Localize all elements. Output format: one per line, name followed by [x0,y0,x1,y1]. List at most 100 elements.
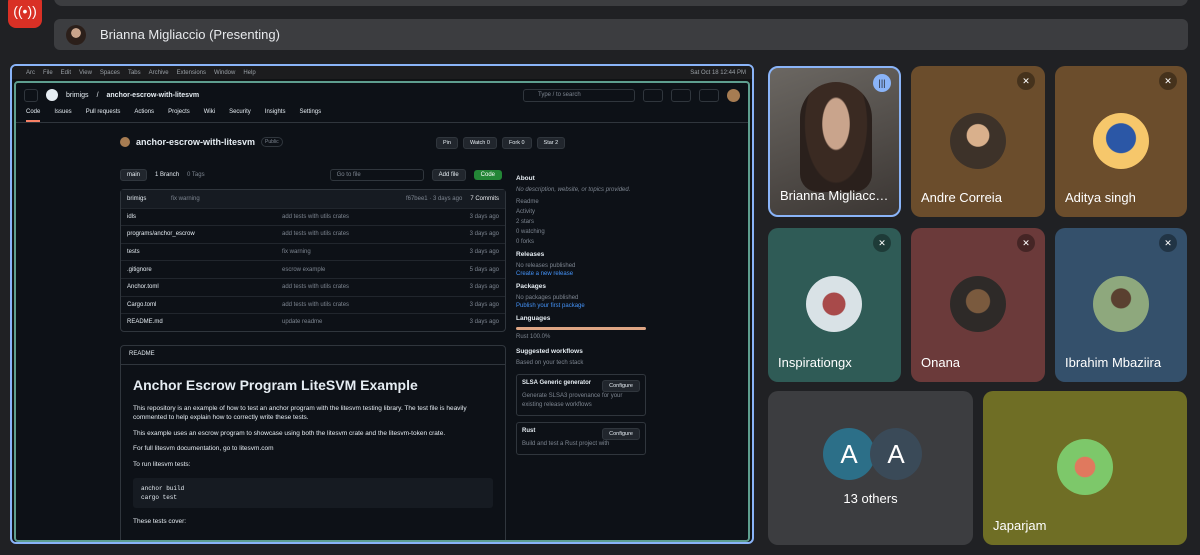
tab-issues[interactable]: Issues [54,107,71,122]
menu-edit: Edit [60,69,72,76]
file-date: 3 days ago [469,249,499,256]
code-line: cargo test [141,494,178,502]
readme-header[interactable]: README [121,346,505,365]
star-button[interactable]: Star 2 [536,137,566,149]
file-name[interactable]: Cargo.toml [127,302,282,308]
file-date: 3 days ago [469,301,499,308]
table-row[interactable]: programs/anchor_escrow add tests with uti… [121,225,505,243]
commit-user[interactable]: brimigs [127,196,171,202]
file-commit-msg[interactable]: update readme [282,319,462,325]
avatar [950,113,1006,169]
go-to-file-input[interactable]: Go to file [329,169,424,181]
github-search-input[interactable]: Type / to search [523,88,635,102]
file-date: 3 days ago [469,319,499,326]
releases-title[interactable]: Releases [516,251,646,258]
commits-link[interactable]: 7 Commits [470,196,499,202]
participant-tile-inspirationgx[interactable]: ✕ Inspirationgx [768,228,901,382]
participant-tile-brianna[interactable]: ||| Brianna Migliacc… [768,66,901,217]
file-name[interactable]: .gitignore [127,267,282,273]
tab-actions[interactable]: Actions [134,107,154,122]
file-name[interactable]: Anchor.toml [127,284,282,290]
file-name[interactable]: tests [127,249,282,255]
table-row[interactable]: tests fix warning 3 days ago [121,242,505,261]
presenter-bar[interactable]: Brianna Migliaccio (Presenting) [54,19,1188,50]
readme-title: Anchor Escrow Program LiteSVM Example [133,377,418,393]
readme-panel: README Anchor Escrow Program LiteSVM Exa… [120,345,506,540]
file-commit-msg[interactable]: add tests with utils crates [282,284,462,290]
code-block: anchor build cargo test [133,478,493,509]
branches-link[interactable]: 1 Branch [155,172,179,178]
file-commit-msg[interactable]: fix warning [282,249,462,255]
file-name[interactable]: programs/anchor_escrow [127,231,282,237]
mic-off-icon: ✕ [1159,72,1177,90]
participant-tile-ibrahim[interactable]: ✕ Ibrahim Mbaziira [1055,228,1187,382]
table-row[interactable]: Cargo.toml add tests with utils crates 3 d… [121,295,505,314]
tab-pull-requests[interactable]: Pull requests [86,107,121,122]
table-row[interactable]: Anchor.toml add tests with utils crates 3 … [121,277,505,296]
participant-tile-aditya[interactable]: ✕ Aditya singh [1055,66,1187,217]
participant-tile-andre[interactable]: ✕ Andre Correia [911,66,1045,217]
commit-message[interactable]: fix warning [171,196,200,202]
github-logo-icon[interactable] [46,89,58,101]
live-broadcast-button[interactable]: ((•)) [8,0,42,28]
create-new-button[interactable] [671,88,691,102]
readme-paragraph: This example uses an escrow program to s… [133,429,446,437]
pin-button[interactable]: Pin [436,137,458,149]
file-commit-msg[interactable]: add tests with utils crates [282,214,462,220]
create-release-link[interactable]: Create a new release [516,271,646,277]
file-date: 3 days ago [469,213,499,220]
about-desc: No description, website, or topics provi… [516,187,631,193]
configure-button[interactable]: Configure [602,380,640,392]
issues-icon-button[interactable] [699,88,719,102]
about-watching[interactable]: 0 watching [516,229,646,235]
user-avatar[interactable] [727,88,740,102]
about-activity[interactable]: Activity [516,209,646,215]
tab-insights[interactable]: Insights [265,107,286,122]
tab-settings[interactable]: Settings [299,107,321,122]
about-forks[interactable]: 0 forks [516,239,646,245]
branch-select[interactable]: main [120,169,148,181]
tab-wiki[interactable]: Wiki [204,107,215,122]
hamburger-menu-button[interactable] [24,88,38,102]
fork-button[interactable]: Fork 0 [501,137,532,149]
participant-tile-onana[interactable]: ✕ Onana [911,228,1045,382]
others-count: 13 others [843,491,898,506]
repo-name-link[interactable]: anchor-escrow-with-litesvm [107,92,200,99]
add-file-button[interactable]: Add file [431,169,466,181]
publish-package-link[interactable]: Publish your first package [516,303,646,309]
watch-button[interactable]: Watch 0 [462,137,497,149]
copilot-button[interactable] [643,88,663,102]
participant-tile-japarjam[interactable]: Japarjam [983,391,1187,545]
readme-paragraph: These tests cover: [133,518,187,526]
participant-name: Japarjam [993,518,1047,533]
file-commit-msg[interactable]: add tests with utils crates [282,302,462,308]
table-row[interactable]: .gitignore escrow example 5 days ago [121,260,505,278]
mac-clock: Sat Oct 18 12:44 PM [690,69,746,76]
releases-none: No releases published [516,263,576,269]
configure-button[interactable]: Configure [602,428,640,440]
table-row[interactable]: idls add tests with utils crates 3 days ag… [121,207,505,226]
presenter-name: Brianna Migliaccio (Presenting) [100,27,280,42]
readme-paragraph: To run litesvm tests: [133,460,191,468]
participant-tile-others[interactable]: A A 13 others [768,391,973,545]
tags-link[interactable]: 0 Tags [187,172,205,178]
tab-code[interactable]: Code [26,107,41,122]
menu-view: View [79,69,92,76]
packages-title[interactable]: Packages [516,283,646,290]
repo-title: anchor-escrow-with-litesvm Public [120,137,283,147]
tab-security[interactable]: Security [229,107,251,122]
file-name[interactable]: README.md [127,319,282,325]
repo-owner-link[interactable]: brimigs [66,92,89,99]
file-commit-msg[interactable]: escrow example [282,267,462,273]
readme-paragraph: For full litesvm documentation, go to li… [133,445,274,453]
file-commit-msg[interactable]: add tests with utils crates [282,231,462,237]
table-row[interactable]: README.md update readme 3 days ago [121,313,505,331]
file-date: 3 days ago [469,231,499,238]
about-readme[interactable]: Readme [516,199,646,205]
tab-projects[interactable]: Projects [168,107,190,122]
participant-video [800,82,872,192]
about-stars[interactable]: 2 stars [516,219,646,225]
code-button[interactable]: Code [473,170,502,180]
menu-spaces: Spaces [99,69,120,76]
file-name[interactable]: idls [127,214,282,220]
